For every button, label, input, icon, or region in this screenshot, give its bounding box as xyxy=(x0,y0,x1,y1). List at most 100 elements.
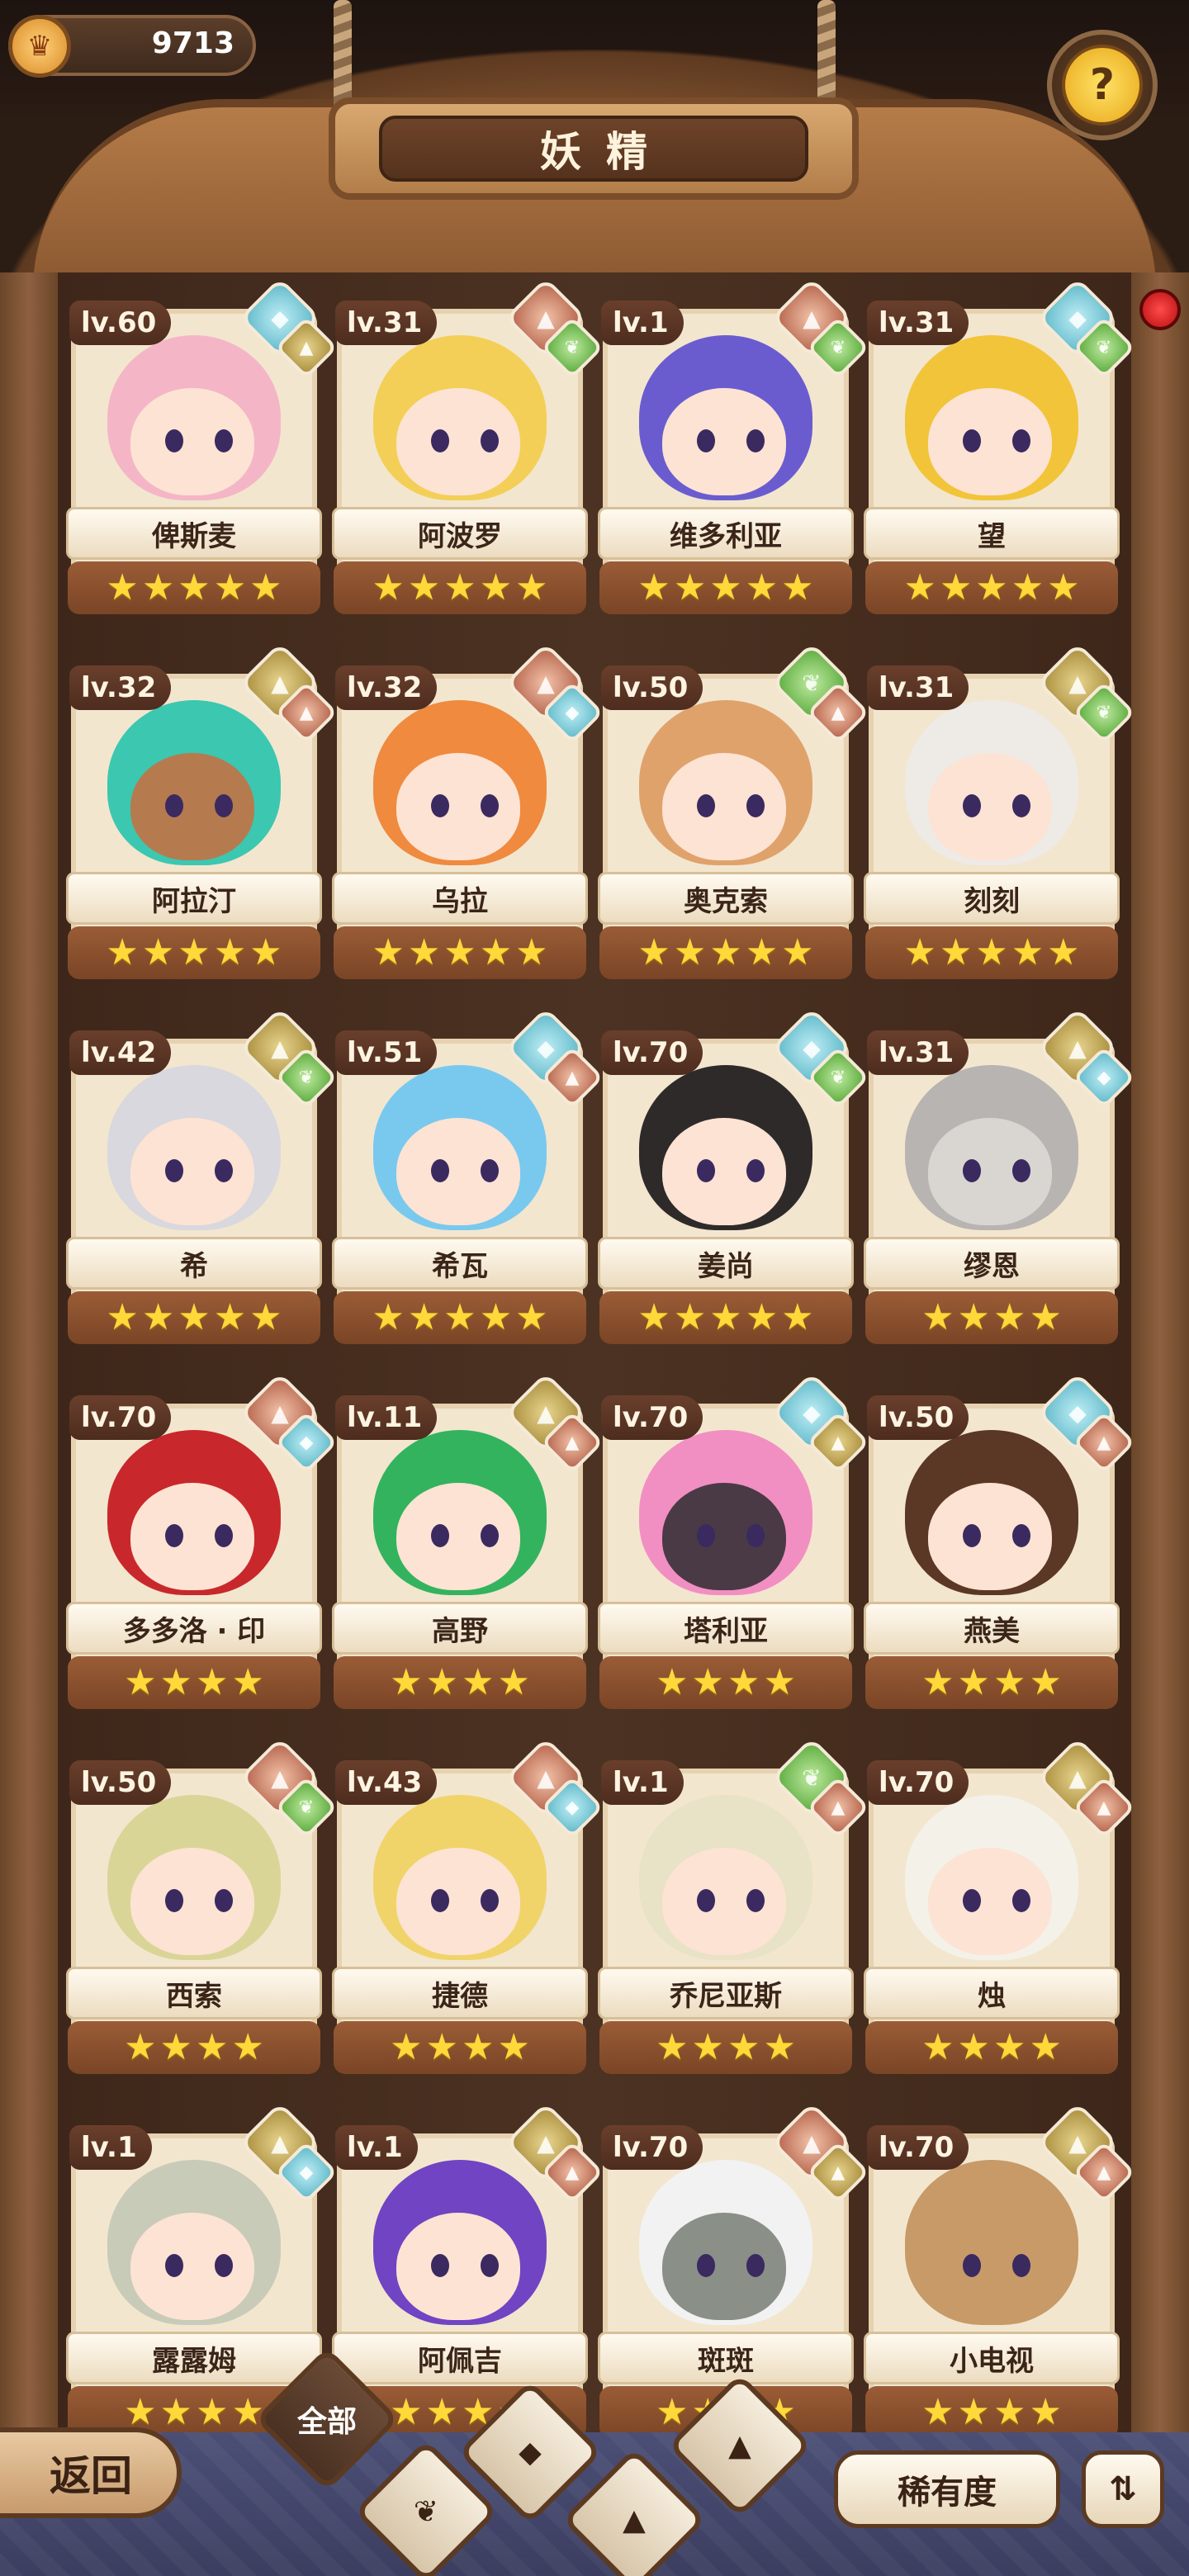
fairy-face xyxy=(928,1483,1052,1590)
level-badge: lv.1 xyxy=(601,301,684,345)
star-icon: ★ xyxy=(673,931,707,973)
fairy-name: 姜尚 xyxy=(598,1237,854,1290)
fairy-face xyxy=(928,2213,1052,2320)
fairy-card[interactable]: lv.1 ▲ ◆ 露露姆 ★ ★ ★ ★ xyxy=(66,2101,339,2439)
fairy-eye xyxy=(481,1889,499,1912)
sort-order-button[interactable]: ⇅ xyxy=(1082,2451,1164,2528)
fairy-face xyxy=(662,388,786,495)
star-icon: ★ xyxy=(159,2391,192,2433)
star-icon: ★ xyxy=(903,566,936,608)
fairy-eye xyxy=(746,794,765,817)
fairy-eye xyxy=(746,1889,765,1912)
fairy-card[interactable]: lv.1 ❦ ▲ 乔尼亚斯 ★ ★ ★ ★ xyxy=(598,1736,870,2074)
fairy-card[interactable]: lv.70 ▲ ▲ 小电视 ★ ★ ★ ★ xyxy=(864,2101,1136,2439)
fairy-card[interactable]: lv.50 ▲ ❦ 西索 ★ ★ ★ ★ xyxy=(66,1736,339,2074)
star-rating: ★★★★ xyxy=(865,1291,1118,1344)
star-icon: ★ xyxy=(407,1296,441,1338)
fairy-card[interactable]: lv.31 ▲ ❦ 阿波罗 ★ ★ ★ ★ ★ xyxy=(332,277,604,614)
water-element-icon: ◆ xyxy=(519,2435,542,2469)
star-icon: ★ xyxy=(637,931,670,973)
fairy-card[interactable]: lv.43 ▲ ◆ 捷德 ★ ★ ★ ★ xyxy=(332,1736,604,2074)
level-badge: lv.1 xyxy=(69,2125,152,2170)
star-icon: ★ xyxy=(443,566,476,608)
star-rating: ★★★★ xyxy=(599,2021,852,2074)
star-icon: ★ xyxy=(425,2391,458,2433)
fairy-card[interactable]: lv.70 ▲ ◆ 多多洛 · 印 ★ ★ ★ ★ xyxy=(66,1371,339,1709)
star-icon: ★ xyxy=(993,1661,1026,1703)
star-icon: ★ xyxy=(993,2391,1026,2433)
star-icon: ★ xyxy=(479,931,513,973)
fairy-card[interactable]: lv.1 ▲ ❦ 维多利亚 ★ ★ ★ ★ ★ xyxy=(598,277,870,614)
fairy-card[interactable]: lv.31 ▲ ◆ 缪恩 ★ ★ ★ ★ xyxy=(864,1006,1136,1344)
fairy-face xyxy=(396,1848,520,1955)
fairy-card[interactable]: lv.70 ◆ ❦ 姜尚 ★ ★ ★ ★ ★ xyxy=(598,1006,870,1344)
star-icon: ★ xyxy=(124,2391,157,2433)
help-icon: ? xyxy=(1062,45,1143,125)
star-rating: ★★★★ xyxy=(865,2021,1118,2074)
star-icon: ★ xyxy=(106,566,139,608)
fairy-name: 高野 xyxy=(332,1602,588,1655)
fairy-grid: lv.60 ◆ ▲ 俾斯麦 ★ ★ ★ ★ ★ lv.31 ▲ ❦ 阿波罗 ★ ★ ★ ★ ★ … xyxy=(66,277,1136,2439)
level-badge: lv.31 xyxy=(867,301,969,345)
fairy-eye xyxy=(1012,1159,1030,1182)
fairy-card[interactable]: lv.31 ▲ ❦ 刻刻 ★ ★ ★ ★ ★ xyxy=(864,642,1136,979)
star-icon: ★ xyxy=(957,2391,990,2433)
fairy-face xyxy=(662,1118,786,1225)
fairy-card[interactable]: lv.50 ◆ ▲ 燕美 ★ ★ ★ ★ xyxy=(864,1371,1136,1709)
fairy-eye xyxy=(963,794,981,817)
fairy-card[interactable]: lv.11 ▲ ▲ 高野 ★ ★ ★ ★ xyxy=(332,1371,604,1709)
star-icon: ★ xyxy=(745,931,779,973)
fairy-card[interactable]: lv.42 ▲ ❦ 希 ★ ★ ★ ★ ★ xyxy=(66,1006,339,1344)
star-icon: ★ xyxy=(1047,931,1080,973)
star-icon: ★ xyxy=(231,2391,264,2433)
star-icon: ★ xyxy=(781,1296,814,1338)
star-icon: ★ xyxy=(727,2026,760,2068)
fairy-name: 捷德 xyxy=(332,1967,588,2020)
star-icon: ★ xyxy=(213,1296,247,1338)
star-icon: ★ xyxy=(141,566,175,608)
star-icon: ★ xyxy=(196,2026,229,2068)
fairy-card[interactable]: lv.70 ▲ ▲ 斑斑 ★★★★ xyxy=(598,2101,870,2439)
star-icon: ★ xyxy=(372,566,405,608)
star-rating: ★ ★ ★ ★ ★ xyxy=(68,926,320,979)
star-icon: ★ xyxy=(443,931,476,973)
star-icon: ★ xyxy=(745,1296,779,1338)
star-icon: ★ xyxy=(781,931,814,973)
fairy-eye xyxy=(481,429,499,452)
fairy-eye xyxy=(215,794,233,817)
sort-rarity-button[interactable]: 稀有度 xyxy=(834,2451,1060,2528)
ladybug-notification-icon[interactable] xyxy=(1139,289,1181,330)
star-icon: ★ xyxy=(479,566,513,608)
fairy-face xyxy=(928,1118,1052,1225)
page-title: 妖精 xyxy=(379,116,808,182)
star-rating: ★★★★ xyxy=(334,2021,586,2074)
fairy-card[interactable]: lv.1 ▲ ▲ 阿佩吉 ★★★★ xyxy=(332,2101,604,2439)
star-icon: ★ xyxy=(709,566,742,608)
fairy-card[interactable]: lv.70 ▲ ▲ 烛 ★ ★ ★ ★ xyxy=(864,1736,1136,2074)
star-icon: ★ xyxy=(957,1296,990,1338)
fairy-card[interactable]: lv.60 ◆ ▲ 俾斯麦 ★ ★ ★ ★ ★ xyxy=(66,277,339,614)
fairy-card[interactable]: lv.50 ❦ ▲ 奥克索 ★ ★ ★ ★ ★ xyxy=(598,642,870,979)
fairy-card[interactable]: lv.32 ▲ ▲ 阿拉汀 ★ ★ ★ ★ ★ xyxy=(66,642,339,979)
fairy-name: 望 xyxy=(864,507,1120,560)
fairy-eye xyxy=(697,1159,715,1182)
fairy-card[interactable]: lv.51 ◆ ▲ 希瓦 ★ ★ ★ ★ ★ xyxy=(332,1006,604,1344)
fairy-face xyxy=(130,1118,254,1225)
level-badge: lv.50 xyxy=(69,1760,172,1805)
fairy-eye xyxy=(215,1889,233,1912)
star-icon: ★ xyxy=(249,1296,282,1338)
fairy-eye xyxy=(165,1159,183,1182)
star-rating: ★ ★ ★ ★ ★ xyxy=(865,561,1118,614)
level-badge: lv.70 xyxy=(601,2125,703,2170)
fairy-card[interactable]: lv.32 ▲ ◆ 乌拉 ★ ★ ★ ★ ★ xyxy=(332,642,604,979)
star-icon: ★ xyxy=(939,931,973,973)
level-badge: lv.43 xyxy=(335,1760,438,1805)
star-icon: ★ xyxy=(656,2026,689,2068)
star-icon: ★ xyxy=(141,1296,175,1338)
fairy-card[interactable]: lv.70 ◆ ▲ 塔利亚 ★ ★ ★ ★ xyxy=(598,1371,870,1709)
fairy-name: 小电视 xyxy=(864,2332,1120,2384)
fairy-card[interactable]: lv.31 ◆ ❦ 望 ★ ★ ★ ★ ★ xyxy=(864,277,1136,614)
help-button[interactable]: ? xyxy=(1047,30,1158,140)
back-button[interactable]: 返回 xyxy=(0,2427,182,2518)
star-icon: ★ xyxy=(1029,2391,1062,2433)
